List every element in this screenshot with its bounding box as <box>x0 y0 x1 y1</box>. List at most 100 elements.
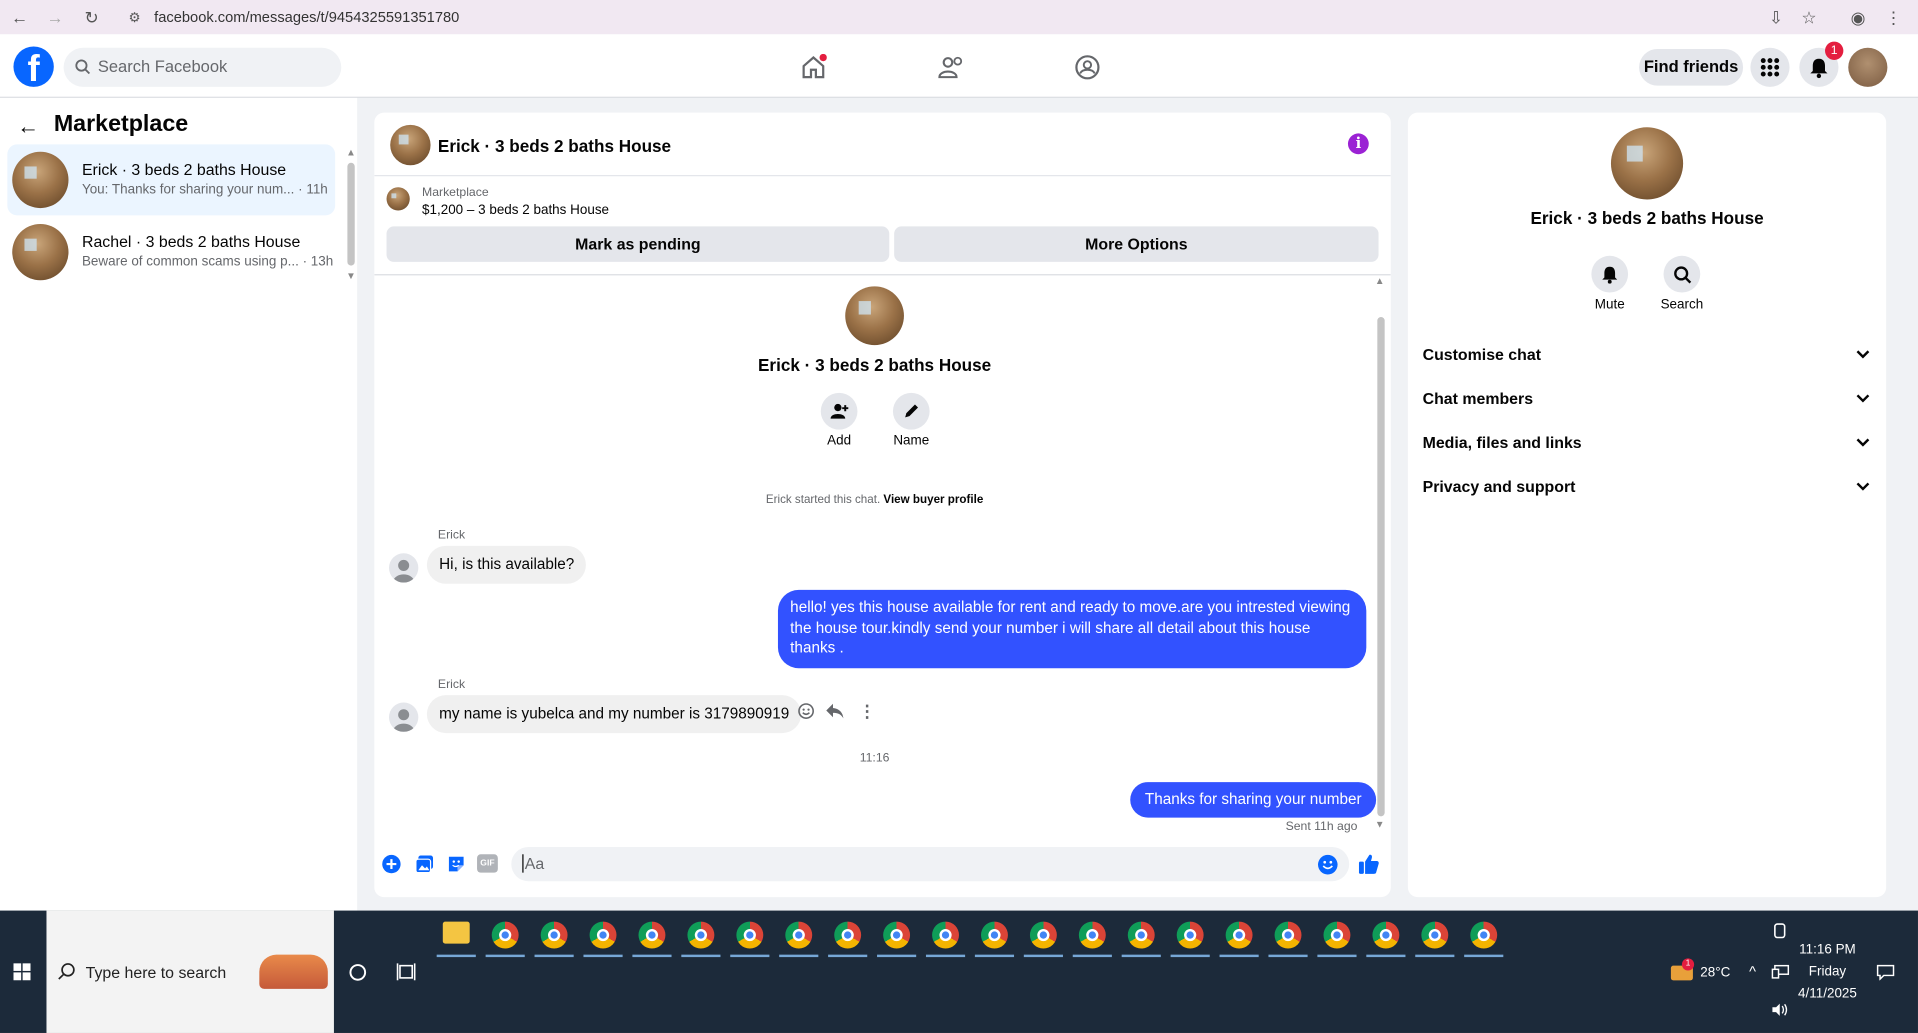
clock-time[interactable]: 11:16 PM <box>1791 942 1864 957</box>
chrome-window-icon[interactable] <box>1372 921 1400 949</box>
chat-title[interactable]: Erick · 3 beds 2 baths House <box>438 136 671 156</box>
chevron-down-icon[interactable] <box>1856 437 1871 448</box>
clock-day[interactable]: Friday <box>1791 964 1864 979</box>
outgoing-message[interactable]: Thanks for sharing your number <box>1130 782 1377 817</box>
chrome-window-icon[interactable] <box>540 921 568 949</box>
listing-price-title[interactable]: $1,200 – 3 beds 2 baths House <box>422 203 609 218</box>
browser-menu-icon[interactable]: ⋮ <box>1883 6 1905 28</box>
chrome-window-icon[interactable] <box>981 921 1008 949</box>
privacy-support-section[interactable]: Privacy and support <box>1423 477 1576 495</box>
chevron-down-icon[interactable] <box>1856 393 1871 404</box>
photo-icon[interactable] <box>415 854 435 874</box>
chat-members-section[interactable]: Chat members <box>1423 389 1533 407</box>
details-profile-picture[interactable] <box>1610 127 1684 200</box>
meet-now-icon[interactable] <box>1772 923 1787 939</box>
chrome-window-icon[interactable] <box>834 921 862 949</box>
more-actions-icon[interactable]: ⋮ <box>859 701 876 722</box>
taskbar-search-box[interactable]: Type here to search <box>46 910 334 1033</box>
name-chat-button[interactable] <box>892 392 930 430</box>
reply-icon[interactable] <box>826 703 844 720</box>
clock-date[interactable]: 4/11/2025 <box>1791 986 1864 1001</box>
chrome-window-icon[interactable] <box>932 921 959 949</box>
emoji-icon[interactable] <box>1317 854 1338 875</box>
back-arrow-icon[interactable]: ← <box>17 114 39 140</box>
plus-circle-icon[interactable] <box>382 854 402 874</box>
back-arrow-icon[interactable]: ← <box>9 6 31 28</box>
chrome-window-icon[interactable] <box>1029 921 1057 949</box>
chrome-window-icon[interactable] <box>1274 921 1302 949</box>
info-icon[interactable]: i <box>1347 133 1369 155</box>
groups-icon[interactable] <box>1074 54 1101 81</box>
chevron-down-icon[interactable] <box>1856 481 1871 492</box>
weather-temperature[interactable]: 28°C <box>1700 966 1730 981</box>
install-app-icon[interactable]: ⇩ <box>1765 6 1787 28</box>
incoming-message[interactable]: my name is yubelca and my number is 3179… <box>426 695 802 733</box>
search-in-conversation-button[interactable] <box>1663 255 1701 293</box>
chrome-window-icon[interactable] <box>1127 921 1155 949</box>
profile-icon[interactable]: ◉ <box>1847 6 1869 28</box>
incoming-message[interactable]: Hi, is this available? <box>426 545 587 584</box>
facebook-logo[interactable]: f <box>13 46 54 87</box>
account-avatar[interactable] <box>1848 47 1888 87</box>
search-facebook-input[interactable]: Search Facebook <box>63 47 342 87</box>
chrome-window-icon[interactable] <box>1225 921 1253 949</box>
like-thumbs-up-icon[interactable] <box>1358 853 1380 875</box>
sender-avatar[interactable] <box>388 702 419 732</box>
reload-icon[interactable]: ↻ <box>81 6 103 28</box>
add-people-button[interactable] <box>820 392 858 430</box>
mute-button[interactable] <box>1591 255 1629 293</box>
listing-thumbnail <box>386 187 410 211</box>
chat-scrollbar[interactable] <box>1377 316 1385 817</box>
scroll-up-arrow[interactable]: ▲ <box>1375 275 1385 286</box>
react-emoji-icon[interactable] <box>798 703 815 720</box>
view-buyer-profile-link[interactable]: View buyer profile <box>883 493 983 506</box>
chrome-center-dot <box>1135 928 1148 942</box>
chrome-window-icon[interactable] <box>589 921 617 949</box>
chrome-window-icon[interactable] <box>1421 921 1449 949</box>
scroll-up-arrow[interactable]: ▲ <box>346 147 356 158</box>
mark-as-pending-button[interactable]: Mark as pending <box>386 226 890 262</box>
scroll-down-arrow[interactable]: ▼ <box>346 270 356 281</box>
friends-icon[interactable] <box>937 54 966 81</box>
conversation-profile-picture[interactable] <box>845 286 904 346</box>
conversation-item-rachel[interactable]: Rachel · 3 beds 2 baths House Beware of … <box>7 217 335 288</box>
message-input[interactable]: Aa <box>511 846 1350 882</box>
more-options-button[interactable]: More Options <box>894 226 1379 262</box>
site-settings-icon[interactable]: ⚙ <box>124 6 146 28</box>
media-files-links-section[interactable]: Media, files and links <box>1423 433 1582 451</box>
chrome-window-icon[interactable] <box>491 921 519 949</box>
chevron-down-icon[interactable] <box>1856 349 1871 360</box>
chat-header-avatar[interactable] <box>390 124 431 166</box>
cortana-icon[interactable] <box>349 963 367 981</box>
chrome-window-icon[interactable] <box>1470 921 1498 949</box>
chrome-window-icon[interactable] <box>785 921 813 949</box>
chrome-window-icon[interactable] <box>883 921 911 949</box>
show-hidden-icons-chevron[interactable]: ^ <box>1749 963 1756 980</box>
scroll-down-arrow[interactable]: ▼ <box>1375 819 1385 830</box>
sender-avatar[interactable] <box>388 553 419 583</box>
file-explorer-icon[interactable] <box>442 921 470 944</box>
windows-start-icon[interactable] <box>13 963 31 981</box>
sticker-icon[interactable] <box>446 854 466 874</box>
conversation-item-erick[interactable]: Erick · 3 beds 2 baths House You: Thanks… <box>7 144 336 216</box>
address-bar[interactable]: facebook.com/messages/t/9454325591351780 <box>154 9 459 26</box>
notification-center-icon[interactable] <box>1876 964 1895 981</box>
chrome-window-icon[interactable] <box>1078 921 1106 949</box>
chrome-window-icon[interactable] <box>1176 921 1204 949</box>
volume-icon[interactable] <box>1771 1002 1788 1017</box>
sidebar-scrollbar[interactable] <box>347 162 355 266</box>
gif-button[interactable]: GIF <box>477 854 498 873</box>
outgoing-message[interactable]: hello! yes this house available for rent… <box>777 589 1367 668</box>
chrome-window-icon[interactable] <box>687 921 715 949</box>
home-icon[interactable] <box>800 53 827 81</box>
task-view-icon[interactable] <box>396 963 416 981</box>
bookmark-star-icon[interactable]: ☆ <box>1798 6 1820 28</box>
forward-arrow-icon[interactable]: → <box>44 6 66 28</box>
find-friends-button[interactable]: Find friends <box>1639 48 1744 86</box>
chrome-window-icon[interactable] <box>638 921 666 949</box>
customise-chat-section[interactable]: Customise chat <box>1423 345 1541 363</box>
network-icon[interactable] <box>1771 964 1790 979</box>
menu-grid-button[interactable] <box>1750 47 1790 87</box>
chrome-window-icon[interactable] <box>1323 921 1351 949</box>
chrome-window-icon[interactable] <box>736 921 764 949</box>
